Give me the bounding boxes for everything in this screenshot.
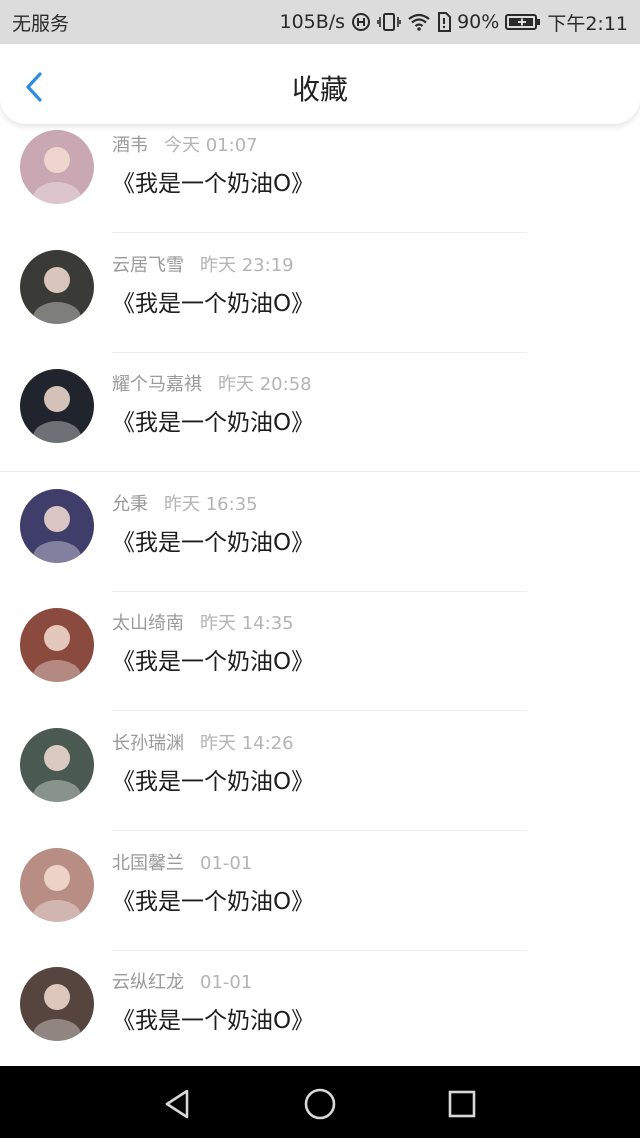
page-title: 收藏: [291, 73, 348, 106]
user-photo-icon: [20, 488, 94, 563]
favorite-message[interactable]: 《我是一个奶油O》: [112, 164, 314, 198]
avatar[interactable]: [20, 130, 94, 204]
list-item[interactable]: 长孙瑞渊 昨天 14:26 《我是一个奶油O》: [0, 722, 640, 842]
sender-name: 太山绮南: [112, 613, 184, 635]
nav-home-button[interactable]: [302, 1086, 338, 1122]
status-icons: 105B/s 90% 下午2:11: [279, 9, 628, 36]
timestamp: 01-01: [200, 852, 253, 874]
back-button[interactable]: [20, 70, 50, 104]
favorites-list: 酒韦 今天 01:07 《我是一个奶油O》 云居飞雪 昨天 23:19 《我是一个奶油O》…: [0, 124, 640, 1066]
avatar[interactable]: [20, 847, 94, 922]
carrier-label: 无服务: [12, 12, 70, 35]
list-item[interactable]: 北国馨兰 01-01 《我是一个奶油O》: [0, 842, 640, 962]
user-photo-icon: [20, 130, 94, 204]
sender-name: 允秉: [112, 493, 148, 515]
back-triangle-icon: [165, 1089, 189, 1119]
avatar[interactable]: [20, 728, 94, 802]
battery-percent: 90%: [457, 11, 500, 33]
header: 收藏: [0, 44, 640, 124]
list-item[interactable]: 云纵红龙 01-01 《我是一个奶油O》: [0, 961, 640, 1066]
timestamp: 昨天 20:58: [218, 374, 312, 396]
divider: [112, 710, 527, 712]
sender-line: 长孙瑞渊 昨天 14:26: [112, 729, 294, 755]
sender-line: 酒韦 今天 01:07: [112, 131, 258, 157]
timestamp: 昨天 16:35: [164, 493, 258, 515]
data-saver-icon: [351, 11, 371, 33]
sender-name: 北国馨兰: [112, 852, 184, 874]
favorite-message[interactable]: 《我是一个奶油O》: [112, 882, 314, 916]
favorite-message[interactable]: 《我是一个奶油O》: [112, 642, 314, 676]
sender-name: 耀个马嘉祺: [112, 374, 202, 396]
nav-recents-button[interactable]: [444, 1086, 480, 1122]
sender-line: 云居飞雪 昨天 23:19: [112, 251, 294, 277]
sim-icon: [437, 11, 452, 33]
avatar[interactable]: [20, 249, 94, 324]
sender-name: 长孙瑞渊: [112, 733, 184, 754]
list-item[interactable]: 允秉 昨天 16:35 《我是一个奶油O》: [0, 483, 640, 603]
status-bar: 无服务 105B/s 90% 下午2:11: [0, 0, 640, 44]
sender-line: 太山绮南 昨天 14:35: [112, 609, 294, 635]
favorite-message[interactable]: 《我是一个奶油O》: [112, 1001, 314, 1035]
timestamp: 今天 01:07: [164, 135, 258, 156]
user-photo-icon: [20, 847, 94, 922]
divider: [112, 232, 527, 233]
user-photo-icon: [20, 608, 94, 683]
sender-name: 酒韦: [112, 135, 148, 156]
divider: [112, 830, 527, 831]
avatar[interactable]: [20, 608, 94, 683]
favorite-message[interactable]: 《我是一个奶油O》: [112, 403, 314, 437]
user-photo-icon: [20, 369, 94, 444]
divider: [112, 351, 527, 353]
avatar[interactable]: [20, 967, 94, 1042]
vibrate-icon: [377, 11, 401, 33]
chevron-left-icon: [26, 72, 42, 102]
list-item[interactable]: 太山绮南 昨天 14:35 《我是一个奶油O》: [0, 602, 640, 722]
clock: 下午2:11: [547, 12, 628, 35]
wifi-icon: [407, 11, 431, 33]
list-item[interactable]: 酒韦 今天 01:07 《我是一个奶油O》: [0, 124, 640, 244]
avatar[interactable]: [20, 488, 94, 563]
sender-name: 云纵红龙: [112, 972, 184, 994]
network-speed: 105B/s: [279, 11, 346, 33]
favorite-message[interactable]: 《我是一个奶油O》: [112, 523, 314, 557]
divider: [112, 949, 527, 951]
list-item[interactable]: 云居飞雪 昨天 23:19 《我是一个奶油O》: [0, 244, 640, 364]
divider: [112, 590, 527, 592]
battery-icon: [505, 11, 541, 33]
timestamp: 昨天 14:26: [200, 733, 294, 754]
favorite-message[interactable]: 《我是一个奶油O》: [112, 284, 314, 318]
system-nav-bar: [0, 1066, 640, 1138]
favorite-message[interactable]: 《我是一个奶油O》: [112, 762, 314, 796]
list-item[interactable]: 耀个马嘉祺 昨天 20:58 《我是一个奶油O》: [0, 363, 640, 483]
recents-square-icon: [448, 1090, 476, 1118]
timestamp: 昨天 23:19: [200, 254, 294, 276]
user-photo-icon: [20, 967, 94, 1042]
user-photo-icon: [20, 249, 94, 324]
sender-line: 耀个马嘉祺 昨天 20:58: [112, 370, 312, 396]
timestamp: 昨天 14:35: [200, 613, 294, 635]
sender-line: 云纵红龙 01-01: [112, 968, 252, 994]
sender-name: 云居飞雪: [112, 254, 184, 276]
user-photo-icon: [20, 728, 94, 802]
sender-line: 北国馨兰 01-01: [112, 849, 252, 875]
avatar[interactable]: [20, 369, 94, 444]
timestamp: 01-01: [200, 972, 253, 994]
divider: [0, 471, 640, 473]
home-circle-icon: [304, 1088, 336, 1120]
sender-line: 允秉 昨天 16:35: [112, 490, 258, 516]
nav-back-button[interactable]: [160, 1086, 196, 1122]
